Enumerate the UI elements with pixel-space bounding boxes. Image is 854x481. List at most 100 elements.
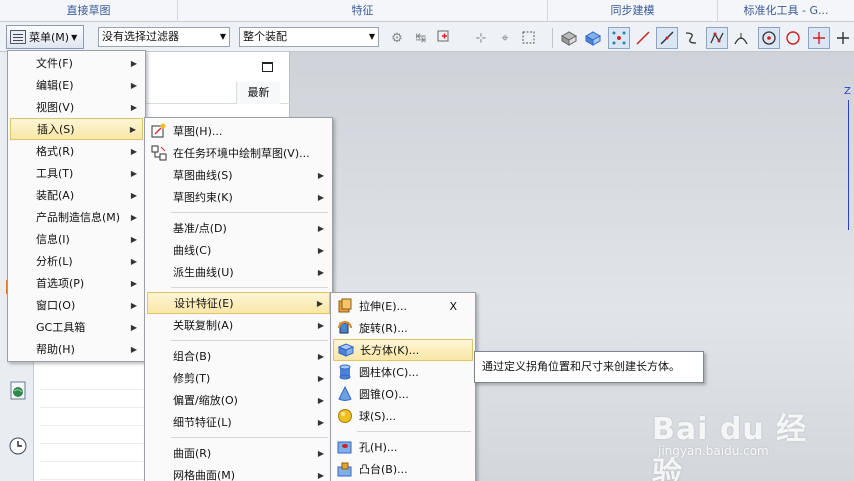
chevron-right-icon: ▶ <box>130 102 137 112</box>
maximize-icon[interactable] <box>262 62 273 72</box>
menu-item-gc-toolkit[interactable]: GC工具箱 ▶ <box>10 316 143 338</box>
watermark-brand: Bai du 经验 <box>652 412 808 481</box>
sphere-icon <box>337 408 353 424</box>
menu-item-file[interactable]: 文件(F) ▶ <box>10 52 143 74</box>
menu-button-label: 菜单(M) <box>29 31 70 44</box>
snap-quadrant-icon[interactable] <box>782 27 804 49</box>
menu-item-mesh-surface[interactable]: 网格曲面(M) ▶ <box>147 464 330 481</box>
menu-item-help[interactable]: 帮助(H) ▶ <box>10 338 143 360</box>
menu-item-analysis[interactable]: 分析(L) ▶ <box>10 250 143 272</box>
menu-item-curve[interactable]: 曲线(C) ▶ <box>147 239 330 261</box>
ribbon-group-direct-sketch[interactable]: 直接草图 <box>0 0 178 21</box>
menu-item-insert[interactable]: 插入(S) ▶ <box>10 118 143 140</box>
snap-midpoint-icon[interactable] <box>730 27 752 49</box>
chevron-right-icon: ▶ <box>317 470 324 480</box>
select-body-icon[interactable]: ⌖ <box>494 27 516 49</box>
snap-intersection-icon[interactable] <box>706 27 728 49</box>
block-tooltip: 通过定义拐角位置和尺寸来创建长方体。 <box>474 351 704 383</box>
snap-arc-icon[interactable] <box>680 27 702 49</box>
menu-item-sphere[interactable]: 球(S)... <box>333 405 473 427</box>
revolve-icon <box>337 320 353 336</box>
baidu-watermark: Bai du 经验 jingyan.baidu.com <box>648 400 838 481</box>
menu-item-boss[interactable]: 凸台(B)... <box>333 458 473 480</box>
chevron-right-icon: ▶ <box>317 417 324 427</box>
snap-curve-icon[interactable] <box>656 27 678 49</box>
chevron-down-icon: ▼ <box>219 32 226 41</box>
menu-icon <box>10 30 26 44</box>
menu-item-surface[interactable]: 曲面(R) ▶ <box>147 442 330 464</box>
menu-item-trim[interactable]: 修剪(T) ▶ <box>147 367 330 389</box>
menu-item-derived-curve[interactable]: 派生曲线(U) ▶ <box>147 261 330 283</box>
menu-item-revolve[interactable]: 旋转(R)... <box>333 317 473 339</box>
menu-item-cone[interactable]: 圆锥(O)... <box>333 383 473 405</box>
menu-item-format[interactable]: 格式(R) ▶ <box>10 140 143 162</box>
chevron-down-icon: ▼ <box>368 32 375 41</box>
menu-item-pmi[interactable]: 产品制造信息(M) ▶ <box>10 206 143 228</box>
snap-point-on-curve-icon[interactable] <box>808 27 830 49</box>
chevron-right-icon: ▶ <box>317 223 324 233</box>
cylinder-icon <box>337 364 353 380</box>
chevron-right-icon: ▶ <box>316 298 323 308</box>
menu-item-tools[interactable]: 工具(T) ▶ <box>10 162 143 184</box>
ribbon-group-sync-modeling[interactable]: 同步建模 <box>548 0 718 21</box>
history-clock-icon[interactable] <box>8 436 28 456</box>
menu-item-sketch[interactable]: 草图(H)... <box>147 120 330 142</box>
chevron-right-icon: ▶ <box>317 351 324 361</box>
menu-item-view[interactable]: 视图(V) ▶ <box>10 96 143 118</box>
menu-item-edit[interactable]: 编辑(E) ▶ <box>10 74 143 96</box>
select-features-icon[interactable]: ⚙ <box>386 27 408 49</box>
menu-item-sketch-constraint[interactable]: 草图约束(K) ▶ <box>147 186 330 208</box>
menu-item-preferences[interactable]: 首选项(P) ▶ <box>10 272 143 294</box>
menu-item-offset-scale[interactable]: 偏置/缩放(O) ▶ <box>147 389 330 411</box>
chevron-right-icon: ▶ <box>317 267 324 277</box>
menu-item-sketch-curve[interactable]: 草图曲线(S) ▶ <box>147 164 330 186</box>
snap-endpoints-icon[interactable] <box>608 27 630 49</box>
rectangle-select-icon[interactable] <box>518 27 540 49</box>
chevron-right-icon: ▶ <box>130 278 137 288</box>
menu-item-block[interactable]: 长方体(K)... <box>333 339 473 361</box>
ribbon-group-feature[interactable]: 特征 <box>178 0 548 21</box>
chevron-right-icon: ▶ <box>129 124 136 134</box>
cone-icon <box>337 385 353 402</box>
chevron-right-icon: ▶ <box>130 190 137 200</box>
menu-item-design-feature[interactable]: 设计特征(E) ▶ <box>147 292 330 314</box>
menu-item-detail-feature[interactable]: 细节特征(L) ▶ <box>147 411 330 433</box>
chevron-right-icon: ▶ <box>317 170 324 180</box>
task-sketch-icon <box>151 145 167 161</box>
ribbon-bar: 直接草图 特征 同步建模 标准化工具 - G... <box>0 0 854 22</box>
web-browser-icon[interactable] <box>8 380 28 400</box>
menu-item-cylinder[interactable]: 圆柱体(C)... <box>333 361 473 383</box>
menu-item-assembly[interactable]: 装配(A) ▶ <box>10 184 143 206</box>
show-solid-icon[interactable] <box>558 27 580 49</box>
menu-item-datum-point[interactable]: 基准/点(D) ▶ <box>147 217 330 239</box>
menu-button[interactable]: 菜单(M) ▼ <box>6 25 84 49</box>
insert-submenu: 草图(H)... 在任务环境中绘制草图(V)... 草图曲线(S) ▶ 草图约束(… <box>144 117 333 481</box>
chevron-right-icon: ▶ <box>130 80 137 90</box>
menu-item-associative-copy[interactable]: 关联复制(A) ▶ <box>147 314 330 336</box>
chevron-right-icon: ▶ <box>317 192 324 202</box>
snap-center-icon[interactable] <box>758 27 780 49</box>
snap-point-icon[interactable] <box>434 27 456 49</box>
assembly-scope-value: 整个装配 <box>243 30 287 43</box>
chevron-right-icon: ▶ <box>130 212 137 222</box>
select-move-icon[interactable]: ↹ <box>410 27 432 49</box>
chevron-right-icon: ▶ <box>130 300 137 310</box>
hole-icon <box>337 439 353 455</box>
selection-filter-dropdown[interactable]: 没有选择过滤器 ▼ <box>98 27 230 47</box>
menu-item-hole[interactable]: 孔(H)... <box>333 436 473 458</box>
menu-item-extrude[interactable]: 拉伸(E)... X <box>333 295 473 317</box>
menu-item-information[interactable]: 信息(I) ▶ <box>10 228 143 250</box>
snap-existing-point-icon[interactable] <box>832 27 854 49</box>
menu-item-window[interactable]: 窗口(O) ▶ <box>10 294 143 316</box>
column-header-latest[interactable]: 最新 <box>236 82 280 104</box>
z-axis-label: Z <box>844 86 851 97</box>
chevron-right-icon: ▶ <box>317 373 324 383</box>
menu-item-sketch-in-task[interactable]: 在任务环境中绘制草图(V)... <box>147 142 330 164</box>
ribbon-group-standard-tools[interactable]: 标准化工具 - G... <box>718 0 854 21</box>
snap-line-icon[interactable] <box>632 27 654 49</box>
solid-body-icon[interactable] <box>582 27 604 49</box>
assembly-scope-dropdown[interactable]: 整个装配 ▼ <box>239 27 379 47</box>
point-constructor-icon[interactable]: ⊹ <box>470 27 492 49</box>
menu-item-combine[interactable]: 组合(B) ▶ <box>147 345 330 367</box>
chevron-right-icon: ▶ <box>317 448 324 458</box>
